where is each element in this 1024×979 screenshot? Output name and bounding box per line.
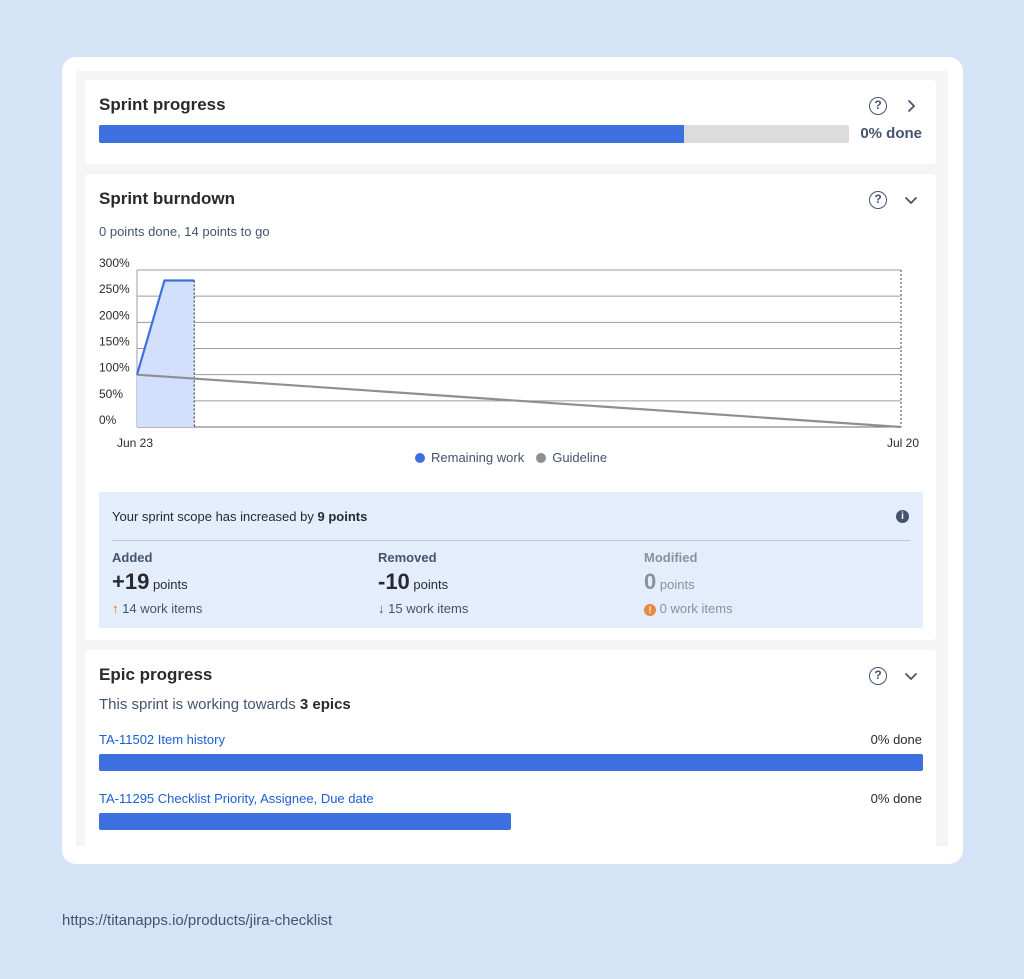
epic-count: 3 epics bbox=[299, 696, 351, 713]
chart-legend: Remaining work Guideline bbox=[415, 450, 607, 465]
y-tick-label: 100% bbox=[99, 361, 130, 375]
chevron-right-icon[interactable] bbox=[903, 98, 919, 114]
legend-remaining-dot bbox=[415, 453, 425, 463]
chevron-down-icon[interactable] bbox=[903, 668, 919, 684]
modified-value: 0 bbox=[644, 569, 657, 594]
sprint-progress-panel: Sprint progress ? 0% done bbox=[85, 80, 936, 164]
modified-items: 0 work items bbox=[659, 601, 733, 616]
legend-guideline: Guideline bbox=[536, 450, 607, 465]
y-tick-label: 0% bbox=[99, 413, 117, 427]
arrow-up-icon: ↑ bbox=[112, 601, 119, 616]
burndown-subtitle: 0 points done, 14 points to go bbox=[99, 224, 270, 239]
sprint-burndown-panel: Sprint burndown ? 0 points done, 14 poin… bbox=[85, 174, 936, 640]
added-items: 14 work items bbox=[122, 601, 203, 616]
epic-link[interactable]: TA-11502 Item history bbox=[99, 732, 225, 747]
source-url: https://titanapps.io/products/jira-check… bbox=[62, 912, 333, 929]
y-tick-label: 300% bbox=[99, 256, 130, 270]
removed-label: Removed bbox=[378, 550, 437, 565]
legend-guideline-dot bbox=[536, 453, 547, 463]
added-label: Added bbox=[112, 550, 153, 565]
question-circle-icon[interactable]: ? bbox=[869, 97, 887, 115]
sprint-progress-done-label: 0% done bbox=[860, 125, 922, 142]
y-tick-label: 200% bbox=[99, 308, 130, 322]
epic-done-label: 0% done bbox=[870, 791, 922, 806]
epic-progress-bar bbox=[99, 754, 923, 771]
scope-title-prefix: Your sprint scope has increased by bbox=[112, 509, 318, 524]
removed-items: 15 work items bbox=[388, 601, 469, 616]
epic-progress-subtitle: This sprint is working towards 3 epics bbox=[99, 696, 351, 713]
scope-change-box: Your sprint scope has increased by 9 poi… bbox=[99, 492, 923, 628]
scope-removed: Removed -10 points ↓ 15 work items bbox=[378, 550, 468, 616]
epic-progress-bar bbox=[99, 813, 511, 830]
remaining-work-area bbox=[137, 280, 195, 427]
removed-unit: points bbox=[413, 577, 449, 592]
sprint-progress-title: Sprint progress bbox=[99, 95, 226, 114]
epic-link[interactable]: TA-11295 Checklist Priority, Assignee, D… bbox=[99, 791, 374, 806]
added-unit: points bbox=[152, 577, 188, 592]
sprint-burndown-title: Sprint burndown bbox=[99, 189, 235, 208]
added-value: +19 bbox=[112, 569, 150, 594]
burndown-chart: 300% 250% 200% 150% 100% 50% 0%Jun 23 Jul 20 bbox=[99, 256, 919, 450]
scope-title-points: 9 points bbox=[317, 509, 368, 524]
modified-label: Modified bbox=[644, 550, 698, 565]
scope-change-title: Your sprint scope has increased by 9 poi… bbox=[112, 509, 367, 524]
y-tick-label: 50% bbox=[99, 387, 123, 401]
report-container: Sprint progress ? 0% done Sprint burndow… bbox=[76, 71, 948, 846]
arrow-down-icon: ↓ bbox=[378, 601, 385, 616]
epic-progress-panel: Epic progress ? This sprint is working t… bbox=[85, 650, 936, 846]
legend-remaining-label: Remaining work bbox=[431, 450, 525, 465]
warning-circle-icon: ! bbox=[644, 604, 656, 616]
sprint-progress-bar bbox=[99, 125, 849, 143]
scope-modified: Modified 0 points ! 0 work items bbox=[644, 550, 733, 616]
chevron-down-icon[interactable] bbox=[903, 192, 919, 208]
y-tick-label: 150% bbox=[99, 335, 130, 349]
question-circle-icon[interactable]: ? bbox=[869, 191, 887, 209]
epic-done-label: 0% done bbox=[870, 732, 922, 747]
question-circle-icon[interactable]: ? bbox=[869, 667, 887, 685]
removed-value: -10 bbox=[378, 569, 410, 594]
report-card: Sprint progress ? 0% done Sprint burndow… bbox=[62, 57, 963, 864]
info-icon[interactable]: i bbox=[896, 510, 909, 523]
scope-divider bbox=[112, 540, 910, 541]
y-tick-label: 250% bbox=[99, 282, 130, 296]
sprint-progress-fill bbox=[99, 125, 684, 143]
modified-unit: points bbox=[659, 577, 695, 592]
epic-subtitle-prefix: This sprint is working towards bbox=[99, 696, 300, 713]
epic-progress-title: Epic progress bbox=[99, 665, 213, 684]
legend-guideline-label: Guideline bbox=[552, 450, 608, 465]
scope-added: Added +19 points ↑ 14 work items bbox=[112, 550, 202, 616]
legend-remaining: Remaining work bbox=[415, 450, 524, 465]
x-tick-label: Jun 23 bbox=[117, 436, 153, 450]
x-tick-label: Jul 20 bbox=[887, 436, 919, 450]
